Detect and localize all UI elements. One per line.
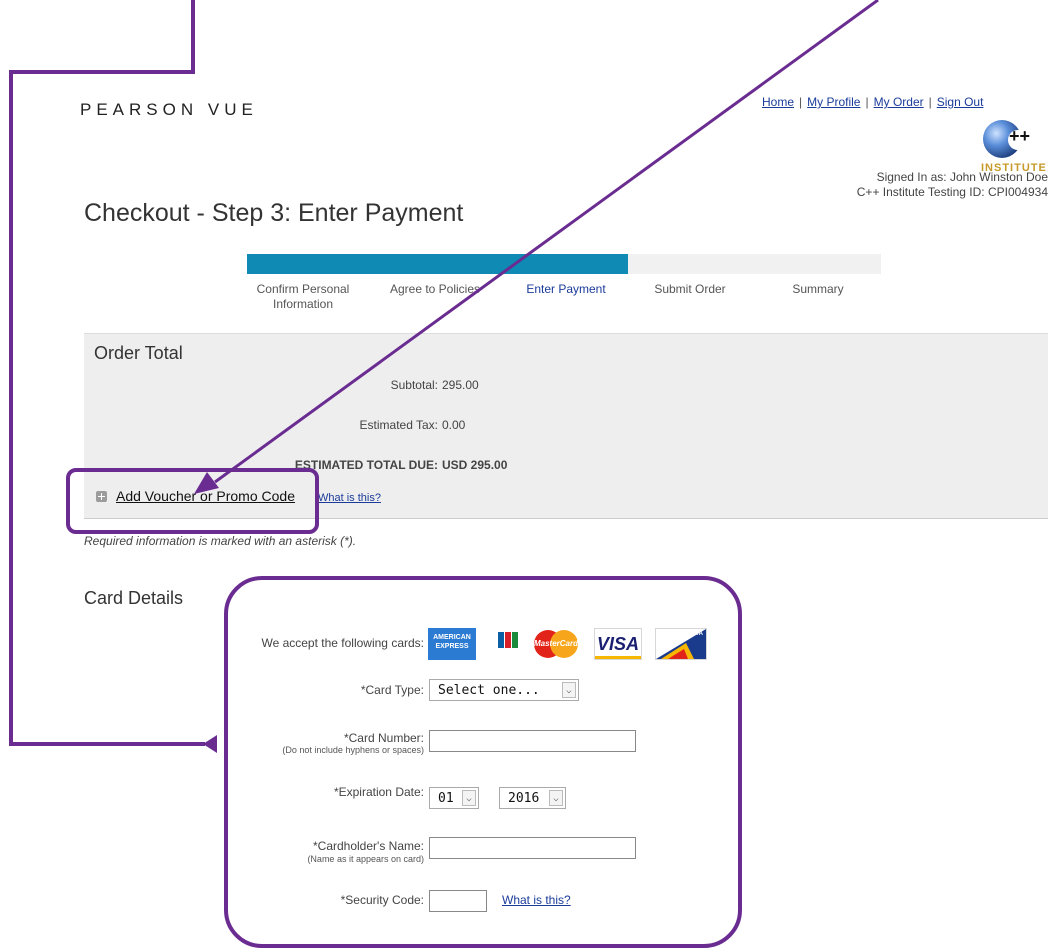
annotation-arrowhead-right — [203, 735, 217, 753]
signed-in-text: Signed In as: John Winston Doe — [876, 170, 1048, 184]
nav-home-link[interactable]: Home — [762, 95, 794, 109]
security-code-label: *Security Code: — [340, 893, 424, 907]
nav-my-profile-link[interactable]: My Profile — [807, 95, 860, 109]
card-type-select[interactable]: Select one... ⌵ — [429, 679, 579, 701]
card-type-label: *Card Type: — [360, 683, 424, 697]
tax-value: 0.00 — [442, 418, 466, 432]
exp-year-select[interactable]: 2016 ⌵ — [499, 787, 566, 809]
voucher-what-is-this-link[interactable]: What is this? — [318, 492, 381, 504]
exp-month-select[interactable]: 01 ⌵ — [429, 787, 479, 809]
step-confirm-info: Confirm Personal Information — [250, 282, 356, 312]
step-label-line2: Information — [272, 297, 334, 311]
checkout-progress-fill — [247, 254, 628, 274]
nav-separator: | — [928, 95, 932, 109]
chevron-down-icon: ⌵ — [462, 790, 476, 806]
tax-label: Estimated Tax: — [359, 418, 438, 432]
required-info-note: Required information is marked with an a… — [84, 534, 357, 548]
step-submit-order: Submit Order — [654, 282, 726, 296]
card-number-hint: (Do not include hyphens or spaces) — [282, 745, 424, 755]
subtotal-label: Subtotal: — [390, 378, 438, 392]
expand-plus-icon[interactable] — [96, 491, 107, 502]
nav-sign-out-link[interactable]: Sign Out — [937, 95, 984, 109]
testing-id-text: C++ Institute Testing ID: CPI004934 — [856, 185, 1048, 199]
step-agree-policies: Agree to Policies — [389, 282, 481, 296]
chevron-down-icon: ⌵ — [562, 682, 576, 698]
card-number-input[interactable] — [429, 730, 636, 752]
card-details-title: Card Details — [84, 588, 184, 608]
step-enter-payment: Enter Payment — [526, 282, 606, 296]
cardholder-name-input[interactable] — [429, 837, 636, 859]
card-number-label: *Card Number: — [343, 731, 424, 745]
pearson-vue-logo: PEARSON VUE — [80, 100, 258, 119]
add-voucher-link[interactable]: Add Voucher or Promo Code — [116, 488, 295, 504]
order-total-title: Order Total — [94, 343, 183, 363]
security-code-input[interactable] — [429, 890, 487, 912]
nav-separator: | — [865, 95, 869, 109]
page-title: Checkout - Step 3: Enter Payment — [84, 199, 464, 227]
top-nav: Home | My Profile | My Order | Sign Out — [762, 95, 983, 109]
chevron-down-icon: ⌵ — [549, 790, 563, 806]
accepted-cards-label: We accept the following cards: — [261, 636, 424, 650]
expiration-date-label: *Expiration Date: — [333, 785, 424, 799]
jcb-card-icon — [497, 628, 519, 660]
total-due-label: ESTIMATED TOTAL DUE: — [294, 458, 438, 472]
nav-separator: | — [799, 95, 803, 109]
delta-card-icon: DELTA — [655, 628, 707, 660]
step-label: Confirm Personal — [256, 282, 350, 296]
security-what-is-this-link[interactable]: What is this? — [502, 893, 571, 907]
cardholder-name-label: *Cardholder's Name: — [312, 839, 424, 853]
amex-card-icon: AMERICAN EXPRESS — [428, 628, 476, 660]
step-summary: Summary — [792, 282, 844, 296]
total-due-value: USD 295.00 — [442, 458, 508, 472]
logo-plus-text: ++ — [1009, 126, 1031, 146]
subtotal-value: 295.00 — [442, 378, 479, 392]
nav-my-order-link[interactable]: My Order — [874, 95, 924, 109]
signed-in-info: Signed In as: John Winston Doe C++ Insti… — [748, 170, 1048, 200]
mastercard-icon: MasterCard — [532, 628, 580, 660]
cardholder-name-hint: (Name as it appears on card) — [307, 854, 424, 864]
visa-card-icon: VISA — [594, 628, 642, 660]
